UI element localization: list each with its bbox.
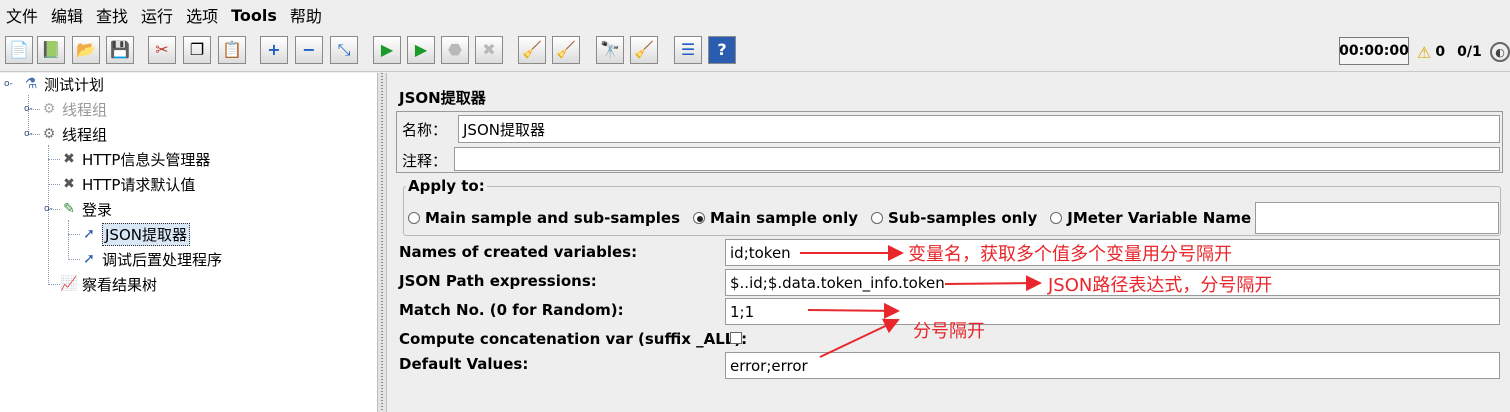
tree-item-thread-group-disabled[interactable]: ⚙ 线程组 (40, 98, 107, 120)
test-plan-icon: ⚗ (24, 76, 38, 92)
menu-help[interactable]: 帮助 (284, 3, 329, 27)
listener-chart-icon: 📈 (60, 276, 78, 292)
tree-item-request-defaults[interactable]: ✖ HTTP请求默认值 (60, 173, 195, 195)
jmeter-variable-name-field[interactable] (1255, 202, 1499, 234)
gear-icon: ⚙ (42, 126, 56, 142)
expand-icon[interactable]: + (260, 36, 288, 64)
tree-item-results-tree[interactable]: 📈 察看结果树 (60, 273, 157, 295)
shutdown-icon[interactable]: ✖ (475, 36, 503, 64)
reset-search-icon[interactable]: 🧹 (630, 36, 658, 64)
stop-icon[interactable]: ⬣ (441, 36, 469, 64)
gear-icon: ⚙ (42, 101, 56, 117)
comment-field[interactable] (454, 147, 1500, 171)
match-annotation: 分号隔开 (913, 321, 985, 342)
apply-to-legend: Apply to: (406, 177, 487, 195)
warning-icon[interactable]: ⚠ (1417, 43, 1431, 62)
menu-options[interactable]: 选项 (180, 3, 225, 27)
open-icon[interactable]: 📂 (72, 36, 100, 64)
tree-item-thread-group[interactable]: ⚙ 线程组 (40, 123, 107, 145)
help-icon[interactable]: ? (708, 36, 736, 64)
concat-checkbox[interactable] (730, 332, 742, 344)
collapse-toggle-icon[interactable]: o‑ (24, 129, 33, 139)
collapse-toggle-icon[interactable]: o‑ (44, 204, 53, 214)
default-values-field[interactable]: error;error (725, 352, 1500, 379)
tree-item-login[interactable]: ✎ 登录 (60, 198, 112, 220)
match-no-label: Match No. (0 for Random): (399, 301, 624, 319)
tree-guide (48, 184, 60, 185)
status-indicators: ⚠ 0 0/1 (1417, 40, 1482, 64)
menu-file[interactable]: 文件 (0, 3, 45, 27)
comment-label: 注释： (402, 152, 448, 170)
tree-item-header-manager[interactable]: ✖ HTTP信息头管理器 (60, 148, 210, 170)
radio-button-icon[interactable] (1050, 212, 1063, 224)
search-icon[interactable]: 🔭 (596, 36, 624, 64)
collapse-icon[interactable]: − (295, 36, 323, 64)
tree-item-json-extractor[interactable]: ➚ JSON提取器 (80, 222, 190, 246)
tools-icon: ✖ (63, 151, 75, 167)
clear-all-icon[interactable]: 🧹 (552, 36, 580, 64)
radio-button-icon[interactable] (871, 212, 883, 224)
name-field[interactable]: JSON提取器 (458, 115, 1500, 143)
page-title: JSON提取器 (399, 89, 486, 107)
radio-button-icon[interactable] (408, 212, 420, 224)
radio-main-and-sub[interactable]: Main sample and sub-samples (408, 209, 680, 227)
names-annotation: 变量名，获取多个值多个变量用分号隔开 (908, 244, 1232, 265)
tree-guide (48, 284, 60, 285)
elapsed-timer: 00:00:00 (1339, 37, 1409, 65)
menu-run[interactable]: 运行 (135, 3, 180, 27)
post-processor-icon: ➚ (83, 251, 95, 267)
start-icon[interactable]: ▶ (373, 36, 401, 64)
tree-item-test-plan[interactable]: ⚗ 测试计划 (22, 73, 104, 95)
tree-guide (48, 145, 49, 285)
default-values-label: Default Values: (399, 355, 529, 373)
concat-label: Compute concatenation var (suffix _ALL): (399, 330, 748, 348)
collapse-toggle-icon[interactable]: o‑ (4, 79, 13, 89)
start-no-pause-icon[interactable]: ▶ (407, 36, 435, 64)
name-label: 名称： (402, 121, 448, 139)
toolbar: 📄 📗 📂 💾 ✂ ❐ 📋 + − ⤡ ▶ ▶ ⬣ ✖ 🧹 🧹 🔭 🧹 ☰ ? (0, 30, 1510, 72)
json-path-label: JSON Path expressions: (399, 272, 597, 290)
radio-button-selected-icon[interactable] (693, 212, 706, 224)
test-plan-tree: o‑ o‑ o‑ o‑ ⚗ 测试计划 ⚙ 线程组 ⚙ 线程组 ✖ HTTP信息头… (0, 73, 377, 412)
warning-count[interactable]: 0 (1435, 44, 1445, 60)
tools-icon: ✖ (63, 176, 75, 192)
match-no-field[interactable]: 1;1 (725, 298, 1500, 325)
menu-tools[interactable]: Tools (225, 6, 284, 25)
tree-guide (48, 159, 60, 160)
tree-guide (68, 220, 69, 260)
active-threads: 0/1 (1457, 44, 1482, 60)
copy-icon[interactable]: ❐ (183, 36, 211, 64)
toggle-icon[interactable]: ⤡ (330, 36, 358, 64)
function-helper-icon[interactable]: ☰ (674, 36, 702, 64)
save-icon[interactable]: 💾 (106, 36, 134, 64)
names-label: Names of created variables: (399, 243, 638, 261)
menu-edit[interactable]: 编辑 (45, 3, 90, 27)
apply-to-options: Main sample and sub-samples Main sample … (408, 207, 1322, 229)
expand-toggle-icon[interactable]: o‑ (24, 104, 33, 114)
post-processor-icon: ➚ (83, 226, 95, 242)
expand-panel-icon[interactable]: ◐ (1490, 42, 1510, 62)
cut-icon[interactable]: ✂ (148, 36, 176, 64)
radio-main-only[interactable]: Main sample only (693, 209, 858, 227)
sampler-pen-icon: ✎ (63, 201, 75, 217)
new-icon[interactable]: 📄 (5, 36, 33, 64)
templates-icon[interactable]: 📗 (37, 36, 65, 64)
clear-icon[interactable]: 🧹 (518, 36, 546, 64)
menu-bar: 文件 编辑 查找 运行 选项 Tools 帮助 (0, 0, 1510, 30)
paste-icon[interactable]: 📋 (218, 36, 246, 64)
split-pane-divider[interactable] (377, 73, 387, 412)
radio-sub-only[interactable]: Sub-samples only (871, 209, 1037, 227)
tree-item-debug-postprocessor[interactable]: ➚ 调试后置处理程序 (80, 248, 222, 270)
menu-search[interactable]: 查找 (90, 3, 135, 27)
json-path-annotation: JSON路径表达式，分号隔开 (1048, 275, 1273, 296)
tree-guide (68, 234, 80, 235)
tree-guide (68, 259, 80, 260)
